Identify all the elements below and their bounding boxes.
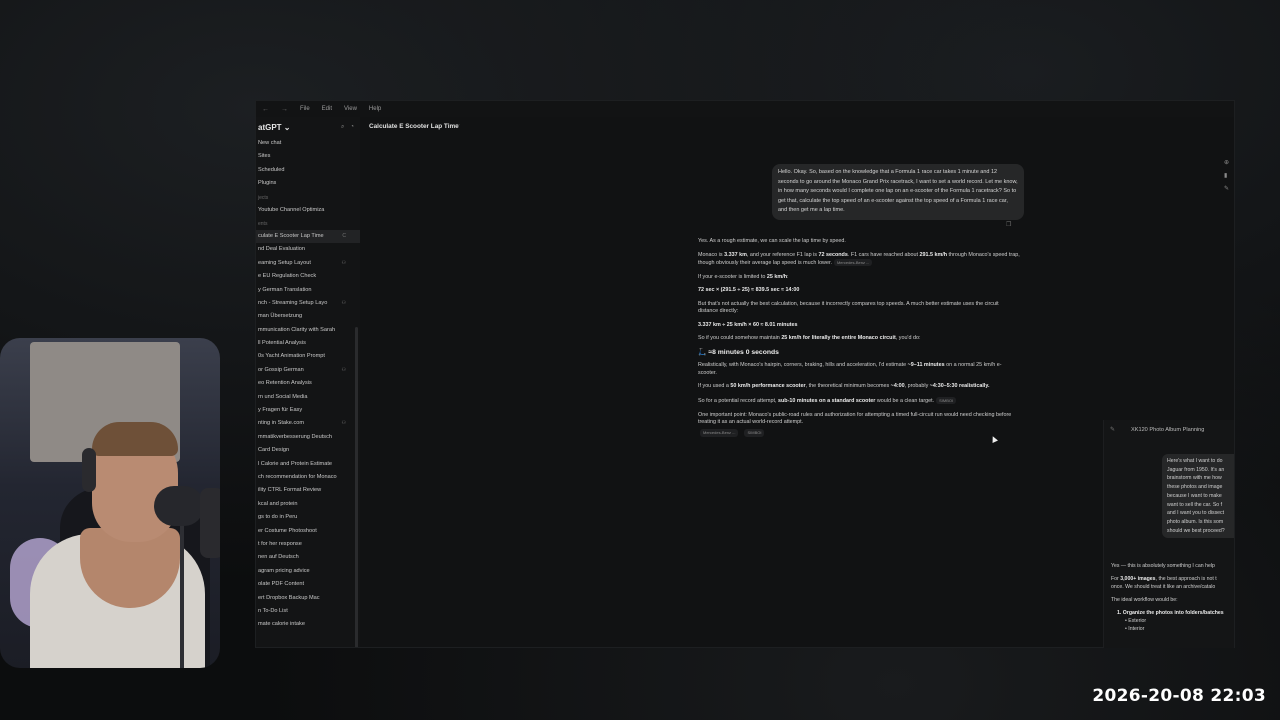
sidebar-chat-item[interactable]: y Fragen für Easy [256, 404, 360, 417]
add-icon[interactable]: ⊕ [1224, 159, 1234, 166]
source-row: Mercedes-Benz ... SIMBOI [698, 429, 1020, 437]
projects-section-label: jects [258, 194, 269, 201]
answer-paragraph: Monaco is 3.337 km, and your reference F… [698, 251, 1020, 267]
answer-paragraph: Yes. As a rough estimate, we can scale t… [698, 238, 846, 244]
sidebar: atGPT ⌄ ⌕ ◔ New chat Sites Scheduled Plu… [256, 117, 361, 647]
sidebar-chat-item[interactable]: nen auf Deutsch [256, 551, 360, 564]
sidebar-chat-item[interactable]: mmatikverbesserung Deutsch [256, 431, 360, 444]
menu-edit[interactable]: Edit [322, 106, 332, 112]
sidebar-chat-item[interactable]: nch - Streaming Setup Layo ⚇ [256, 297, 360, 310]
menu-bar: ← → File Edit View Help [256, 101, 1234, 117]
result-heading: 🛴 ≈8 minutes 0 seconds [698, 348, 779, 356]
answer-paragraph: If you used a 50 km/h performance scoote… [698, 383, 990, 390]
panel-icon[interactable]: ▮ [1224, 172, 1234, 179]
edit-icon[interactable]: ✎ [1110, 426, 1115, 433]
group-icon: ⚇ [341, 366, 346, 373]
microphone-icon [154, 486, 204, 526]
answer-paragraph: If your e-scooter is limited to 25 km/h: [698, 273, 789, 280]
assistant-message: Yes. As a rough estimate, we can scale t… [698, 238, 1020, 437]
answer-paragraph: One important point: Monaco's public-roa… [698, 411, 1012, 425]
sidebar-chat-item[interactable]: nd Deal Evaluation [256, 243, 360, 256]
sidebar-scrollbar[interactable] [355, 327, 358, 647]
source-chip[interactable]: Mercedes-Benz ... [833, 259, 873, 267]
webcam-overlay [0, 338, 220, 668]
sidebar-chat-item[interactable]: ll Potential Analysis [256, 337, 360, 350]
headset-icon [82, 448, 96, 492]
chat-item-label: nting in Stake.com [258, 420, 305, 427]
sidebar-item-new-chat[interactable]: New chat [256, 137, 360, 150]
sidebar-chat-item[interactable]: eo Retention Analysis [256, 377, 360, 390]
right-rail: ⊕ ▮ ✎ [1224, 159, 1234, 215]
calculation-line: 3.337 km ÷ 25 km/h × 60 ≈ 8.01 minutes [698, 321, 798, 328]
answer-paragraph: Realistically, with Monaco's hairpin, co… [698, 362, 1002, 376]
sidebar-chat-item[interactable]: er Costume Photoshoot [256, 525, 360, 538]
calculation-line: 72 sec × (291.5 ÷ 25) ≈ 839.5 sec ≈ 14:0… [698, 287, 800, 294]
source-chip[interactable]: SIMBOI [744, 429, 765, 437]
more-options-icon[interactable]: ··· [454, 122, 460, 128]
hair [92, 422, 178, 456]
menu-help[interactable]: Help [369, 106, 381, 112]
group-icon: ⚇ [341, 299, 346, 306]
sidebar-chat-item[interactable]: man Übersetzung [256, 310, 360, 323]
scooter-icon: 🛴 [698, 348, 709, 356]
sidebar-chat-item[interactable]: rn und Social Media [256, 391, 360, 404]
sidebar-chat-item[interactable]: eaming Setup Layout ⚇ [256, 257, 360, 270]
bell-icon[interactable]: ◔ [350, 124, 354, 131]
chatgpt-window: ← → File Edit View Help atGPT ⌄ ⌕ ◔ New … [255, 100, 1235, 648]
sidebar-chat-item[interactable]: ch recommendation for Monaco [256, 471, 360, 484]
secondary-user-message: Here's what I want to do Jaguar from 195… [1162, 454, 1234, 539]
loading-icon: C [342, 232, 346, 239]
sidebar-chat-item[interactable]: n To-Do List [256, 605, 360, 618]
chat-item-label: nch - Streaming Setup Layo [258, 299, 328, 306]
sidebar-item-plugins[interactable]: Plugins [256, 177, 360, 190]
chat-item-label: or Gossip German [258, 366, 304, 373]
back-arrow-icon[interactable]: ← [262, 106, 269, 113]
timestamp-overlay: 2026-20-08 22:03 [1092, 686, 1266, 706]
sidebar-project[interactable]: Youtube Channel Optimiza [256, 204, 360, 217]
sidebar-chat-item[interactable]: y German Translation [256, 284, 360, 297]
sidebar-chat-item[interactable]: ert Dropbox Backup Mac [256, 592, 360, 605]
answer-paragraph: So for a potential record attempt, sub-1… [698, 396, 1020, 405]
sidebar-chat-item[interactable]: 0s Yacht Animation Prompt [256, 350, 360, 363]
secondary-chat-panel: ✎ XK120 Photo Album Planning Here's what… [1103, 420, 1234, 648]
sidebar-chat-item[interactable]: nting in Stake.com ⚇ [256, 417, 360, 430]
user-message: Hello. Okay. So, based on the knowledge … [772, 164, 1024, 220]
recents-section-label: ents [258, 220, 268, 227]
sidebar-header: atGPT ⌄ ⌕ ◔ [256, 117, 360, 137]
sidebar-chat-item[interactable]: mate calorie intake [256, 618, 360, 631]
answer-paragraph: So if you could somehow maintain 25 km/h… [698, 335, 921, 342]
search-icon[interactable]: ⌕ [341, 124, 344, 131]
chat-title: Calculate E Scooter Lap Time [369, 123, 459, 130]
menu-view[interactable]: View [344, 106, 357, 112]
group-icon: ⚇ [341, 420, 346, 427]
copy-icon[interactable]: ❐ [1006, 221, 1011, 228]
sidebar-item-scheduled[interactable]: Scheduled [256, 164, 360, 177]
sidebar-chat-item[interactable]: l Calorie and Protein Estimate [256, 458, 360, 471]
pencil-icon[interactable]: ✎ [1224, 185, 1234, 192]
sidebar-chat-item[interactable]: e EU Regulation Check [256, 270, 360, 283]
forward-arrow-icon[interactable]: → [281, 106, 288, 113]
sidebar-item-sites[interactable]: Sites [256, 150, 360, 163]
sidebar-chat-item[interactable]: gs to do in Peru [256, 511, 360, 524]
menu-file[interactable]: File [300, 106, 310, 112]
secondary-assistant-message: Yes — this is absolutely something I can… [1111, 563, 1224, 632]
sidebar-chat-item[interactable]: mmunication Clarity with Sarah [256, 324, 360, 337]
chat-item-label: eaming Setup Layout [258, 259, 311, 266]
secondary-chat-title: XK120 Photo Album Planning [1131, 427, 1205, 433]
group-icon: ⚇ [341, 259, 346, 266]
sidebar-chat-item[interactable]: ility CTRL Format Review [256, 484, 360, 497]
source-chip[interactable]: SIMBOI [936, 396, 957, 405]
sidebar-chat-item[interactable]: agram pricing advice [256, 565, 360, 578]
sidebar-chat-item[interactable]: olate PDF Content [256, 578, 360, 591]
chat-item-label: culate E Scooter Lap Time [258, 232, 324, 239]
sidebar-chat-item[interactable]: or Gossip German ⚇ [256, 364, 360, 377]
answer-paragraph: But that's not actually the best calcula… [698, 300, 999, 315]
source-chip[interactable]: Mercedes-Benz ... [700, 429, 739, 437]
monitor-arm [200, 488, 220, 558]
sidebar-chat-item[interactable]: Card Design [256, 444, 360, 457]
sidebar-chat-item[interactable]: kcal and protein [256, 498, 360, 511]
app-switcher[interactable]: atGPT ⌄ [258, 123, 290, 132]
sidebar-chat-item[interactable]: t for her response [256, 538, 360, 551]
sidebar-chat-item[interactable]: culate E Scooter Lap Time C [256, 229, 360, 244]
